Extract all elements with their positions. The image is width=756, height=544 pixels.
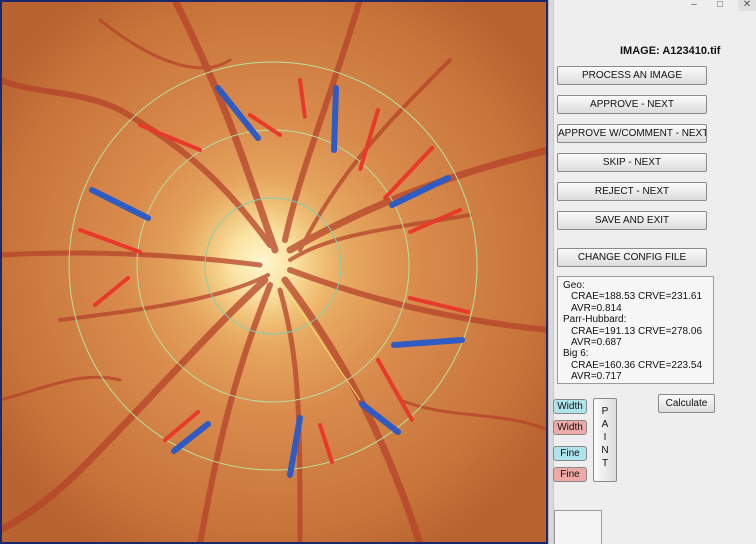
- process-image-button[interactable]: PROCESS AN IMAGE: [557, 66, 707, 85]
- paint-button[interactable]: P A I N T: [593, 398, 617, 482]
- optic-disc: [167, 167, 357, 357]
- fundus-image[interactable]: [0, 0, 548, 544]
- geo-avr: AVR=0.814: [571, 302, 622, 314]
- vein-fine-tool[interactable]: Fine: [553, 446, 587, 461]
- calculate-button[interactable]: Calculate: [658, 394, 715, 413]
- paint-letter: A: [601, 419, 609, 430]
- geo-heading: Geo:: [563, 280, 585, 291]
- paint-letter: I: [603, 432, 607, 443]
- approve-comment-next-button[interactable]: APPROVE W/COMMENT - NEXT: [557, 124, 707, 143]
- change-config-button[interactable]: CHANGE CONFIG FILE: [557, 248, 707, 267]
- big6-heading: Big 6:: [563, 348, 589, 360]
- paint-letter: T: [601, 458, 609, 469]
- skip-next-button[interactable]: SKIP - NEXT: [557, 153, 707, 172]
- image-title: IMAGE: A123410.tif: [620, 45, 721, 57]
- parr-heading: Parr-Hubbard:: [563, 314, 627, 326]
- big6-avr: AVR=0.717: [571, 371, 622, 383]
- parr-avr: AVR=0.687: [571, 337, 622, 349]
- artery-width-tool[interactable]: Width: [553, 420, 587, 435]
- parr-crae-crve: CRAE=191.13 CRVE=278.06: [571, 325, 703, 337]
- artery-fine-tool[interactable]: Fine: [553, 467, 587, 482]
- geo-crae-crve: CRAE=188.53 CRVE=231.61: [571, 291, 703, 303]
- maximize-icon[interactable]: □: [712, 0, 728, 11]
- comment-box[interactable]: [554, 510, 602, 544]
- save-exit-button[interactable]: SAVE AND EXIT: [557, 211, 707, 230]
- paint-letter: P: [601, 406, 609, 417]
- minimize-icon[interactable]: –: [686, 0, 702, 11]
- big6-crae-crve: CRAE=160.36 CRVE=223.54: [571, 359, 703, 371]
- vein-width-tool[interactable]: Width: [553, 399, 587, 414]
- paint-letter: N: [601, 445, 609, 456]
- approve-next-button[interactable]: APPROVE - NEXT: [557, 95, 707, 114]
- close-icon[interactable]: ✕: [738, 0, 756, 11]
- reject-next-button[interactable]: REJECT - NEXT: [557, 182, 707, 201]
- results-panel: Geo: CRAE=188.53 CRVE=231.61 AVR=0.814 P…: [557, 276, 714, 384]
